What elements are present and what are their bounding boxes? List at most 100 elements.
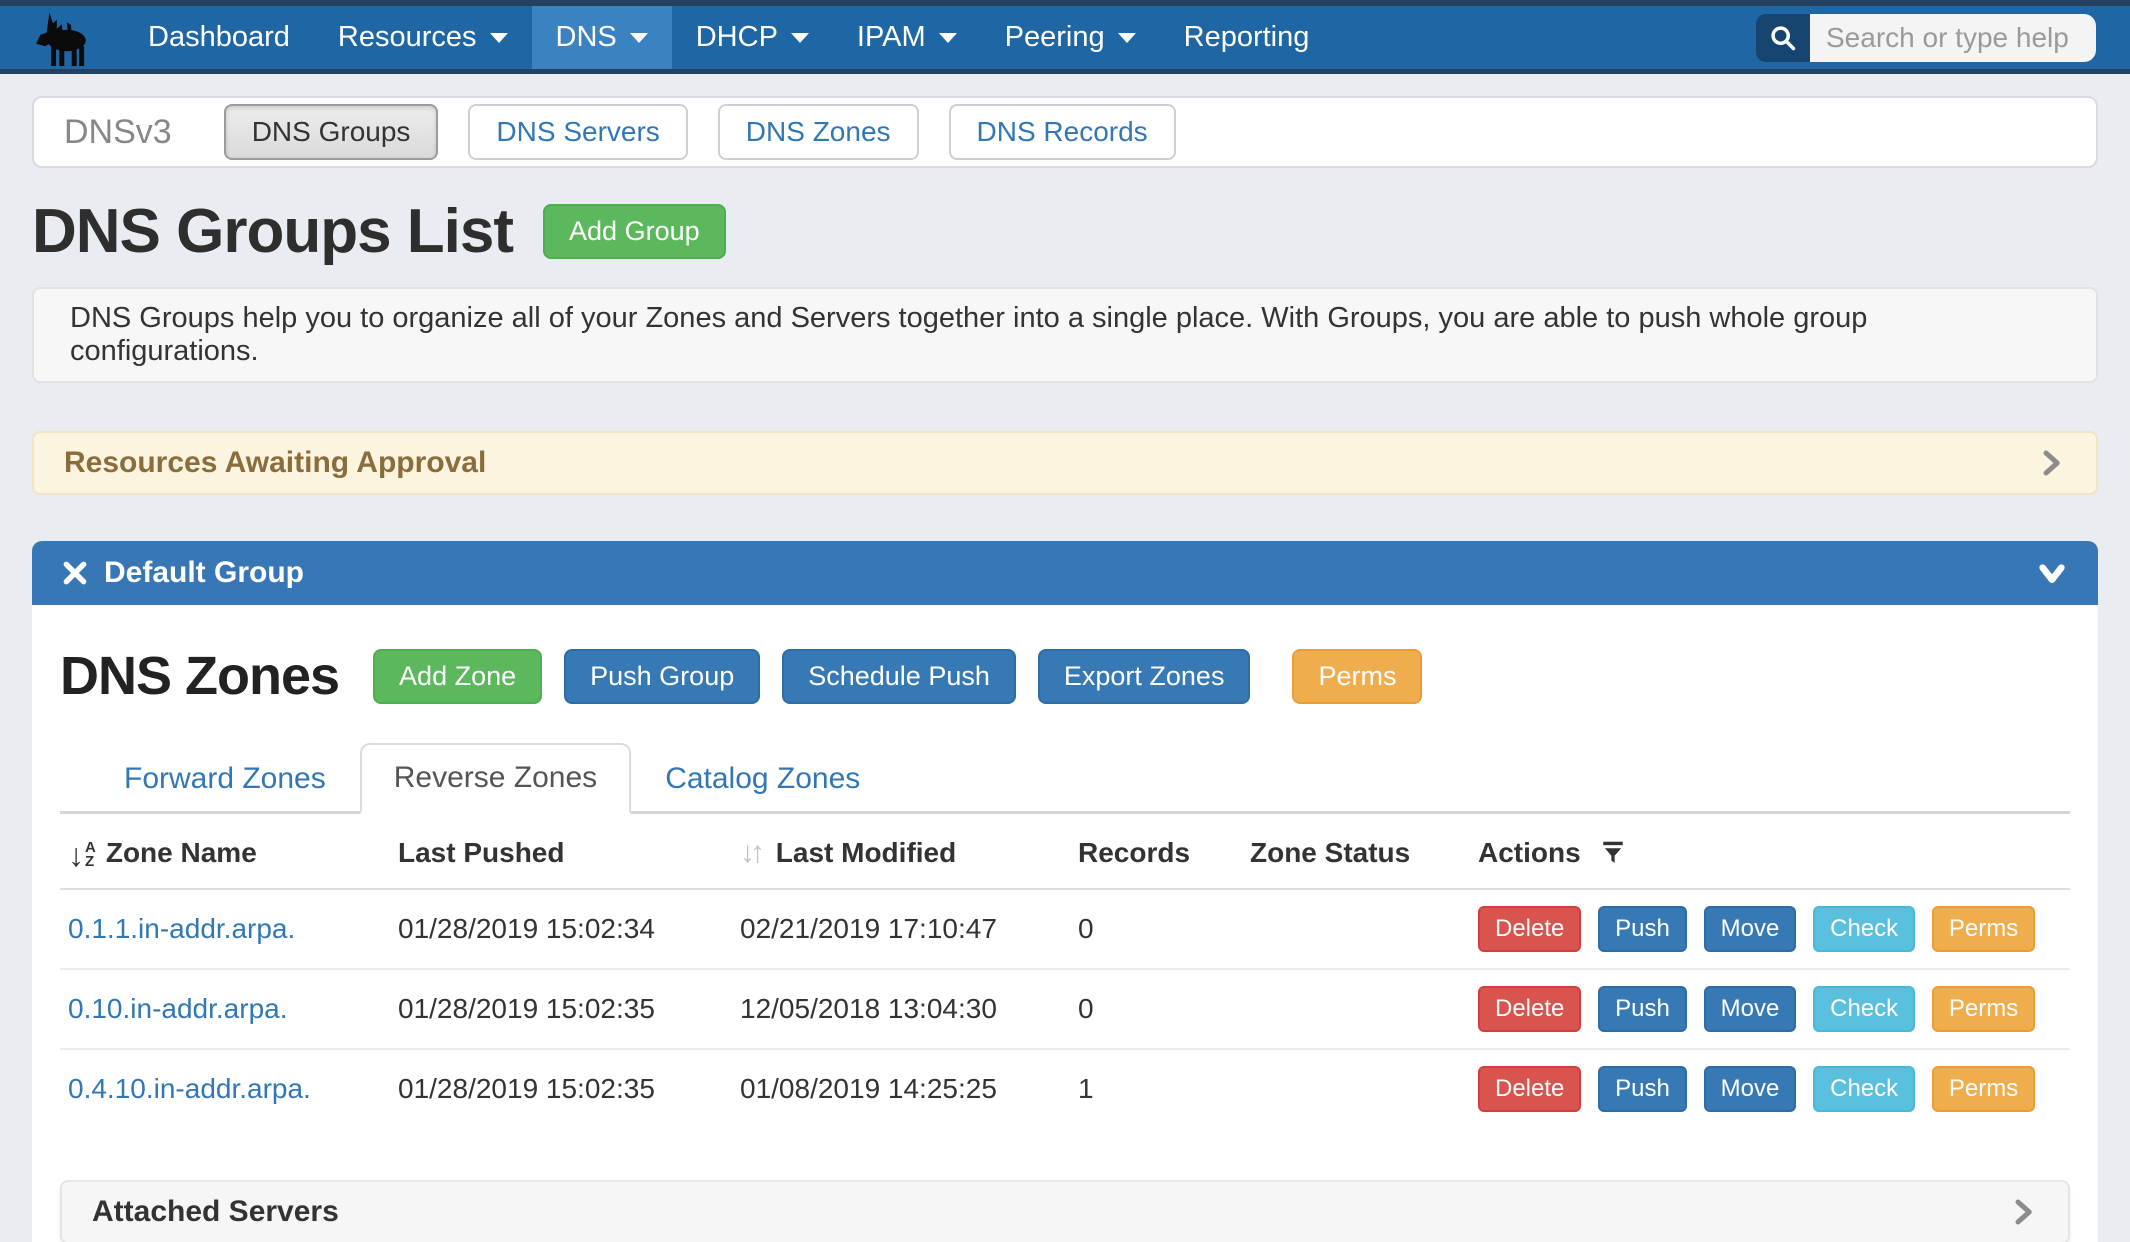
actions-cell: Delete Push Move Check Perms bbox=[1470, 969, 2070, 1049]
zone-link[interactable]: 0.10.in-addr.arpa. bbox=[68, 993, 288, 1024]
push-group-button[interactable]: Push Group bbox=[564, 649, 760, 704]
chevron-right-icon[interactable] bbox=[2008, 1197, 2038, 1227]
sort-alpha-icon[interactable]: ↓ A Z bbox=[68, 840, 96, 870]
description-panel: DNS Groups help you to organize all of y… bbox=[32, 287, 2098, 383]
actions-cell: Delete Push Move Check Perms bbox=[1470, 1049, 2070, 1128]
col-header-last-modified[interactable]: ↓↑ Last Modified bbox=[732, 814, 1070, 889]
nav-item-dashboard[interactable]: Dashboard bbox=[124, 6, 314, 69]
search-input[interactable] bbox=[1810, 14, 2096, 62]
nav-item-ipam[interactable]: IPAM bbox=[833, 6, 981, 69]
resources-awaiting-approval-panel[interactable]: Resources Awaiting Approval bbox=[32, 431, 2098, 495]
remove-group-icon[interactable] bbox=[62, 560, 88, 586]
tab-forward-zones[interactable]: Forward Zones bbox=[90, 744, 360, 814]
last-modified-cell: 12/05/2018 13:04:30 bbox=[732, 969, 1070, 1049]
move-button[interactable]: Move bbox=[1704, 906, 1797, 952]
nav-label: Resources bbox=[338, 21, 477, 54]
nav-label: DHCP bbox=[696, 21, 778, 54]
filter-icon[interactable] bbox=[1600, 839, 1626, 865]
table-row: 0.4.10.in-addr.arpa. 01/28/2019 15:02:35… bbox=[60, 1049, 2070, 1128]
nav-item-reporting[interactable]: Reporting bbox=[1160, 6, 1334, 69]
records-cell: 0 bbox=[1070, 969, 1242, 1049]
schedule-push-button[interactable]: Schedule Push bbox=[782, 649, 1016, 704]
table-header-row: ↓ A Z Zone Name Last Pushed bbox=[60, 814, 2070, 889]
delete-button[interactable]: Delete bbox=[1478, 1066, 1581, 1112]
attached-servers-title: Attached Servers bbox=[92, 1195, 339, 1229]
nav-item-resources[interactable]: Resources bbox=[314, 6, 532, 69]
perms-button[interactable]: Perms bbox=[1932, 906, 2035, 952]
col-header-zone-status: Zone Status bbox=[1242, 814, 1470, 889]
col-header-actions[interactable]: Actions bbox=[1470, 814, 2070, 889]
app-window: Dashboard Resources DNS DHCP IPAM Peerin… bbox=[0, 0, 2130, 1242]
last-modified-cell: 01/08/2019 14:25:25 bbox=[732, 1049, 1070, 1128]
subnav-dns-servers-button[interactable]: DNS Servers bbox=[468, 104, 687, 160]
dns-zones-title: DNS Zones bbox=[60, 645, 339, 707]
caret-down-icon bbox=[490, 33, 508, 43]
push-button[interactable]: Push bbox=[1598, 906, 1687, 952]
subnav-dns-groups-button[interactable]: DNS Groups bbox=[224, 104, 439, 160]
records-cell: 1 bbox=[1070, 1049, 1242, 1128]
approval-panel-title: Resources Awaiting Approval bbox=[64, 446, 486, 480]
zone-status-cell bbox=[1242, 889, 1470, 969]
last-modified-cell: 02/21/2019 17:10:47 bbox=[732, 889, 1070, 969]
check-button[interactable]: Check bbox=[1813, 1066, 1915, 1112]
caret-down-icon bbox=[939, 33, 957, 43]
delete-button[interactable]: Delete bbox=[1478, 906, 1581, 952]
tab-reverse-zones[interactable]: Reverse Zones bbox=[360, 743, 631, 814]
zone-status-cell bbox=[1242, 969, 1470, 1049]
zone-link[interactable]: 0.4.10.in-addr.arpa. bbox=[68, 1073, 311, 1104]
perms-button[interactable]: Perms bbox=[1932, 1066, 2035, 1112]
dnsv3-label: DNSv3 bbox=[64, 113, 172, 152]
chevron-right-icon[interactable] bbox=[2036, 448, 2066, 478]
tab-catalog-zones[interactable]: Catalog Zones bbox=[631, 744, 894, 814]
dnsv3-subnav: DNSv3 DNS Groups DNS Servers DNS Zones D… bbox=[32, 96, 2098, 168]
move-button[interactable]: Move bbox=[1704, 986, 1797, 1032]
default-group-body: DNS Zones Add Zone Push Group Schedule P… bbox=[32, 605, 2098, 1242]
nav-label: IPAM bbox=[857, 21, 926, 54]
perms-button[interactable]: Perms bbox=[1932, 986, 2035, 1032]
check-button[interactable]: Check bbox=[1813, 906, 1915, 952]
col-header-zone-name[interactable]: ↓ A Z Zone Name bbox=[60, 814, 390, 889]
description-text: DNS Groups help you to organize all of y… bbox=[70, 302, 2060, 368]
zones-table: ↓ A Z Zone Name Last Pushed bbox=[60, 814, 2070, 1128]
top-navbar: Dashboard Resources DNS DHCP IPAM Peerin… bbox=[0, 0, 2130, 74]
push-button[interactable]: Push bbox=[1598, 1066, 1687, 1112]
push-button[interactable]: Push bbox=[1598, 986, 1687, 1032]
caret-down-icon bbox=[630, 33, 648, 43]
nav-item-dhcp[interactable]: DHCP bbox=[672, 6, 833, 69]
group-title: Default Group bbox=[104, 556, 304, 590]
default-group-header[interactable]: Default Group bbox=[32, 541, 2098, 605]
moose-icon bbox=[28, 9, 94, 67]
chevron-down-icon[interactable] bbox=[2036, 557, 2068, 589]
subnav-dns-records-button[interactable]: DNS Records bbox=[949, 104, 1176, 160]
sort-updown-icon[interactable]: ↓↑ bbox=[740, 836, 760, 869]
search-button[interactable] bbox=[1756, 14, 1810, 62]
export-zones-button[interactable]: Export Zones bbox=[1038, 649, 1251, 704]
col-header-records: Records bbox=[1070, 814, 1242, 889]
zones-tab-bar: Forward Zones Reverse Zones Catalog Zone… bbox=[60, 743, 2070, 814]
attached-servers-panel[interactable]: Attached Servers bbox=[60, 1180, 2070, 1242]
add-zone-button[interactable]: Add Zone bbox=[373, 649, 542, 704]
nav-item-dns[interactable]: DNS bbox=[532, 6, 672, 69]
subnav-dns-zones-button[interactable]: DNS Zones bbox=[718, 104, 919, 160]
last-pushed-cell: 01/28/2019 15:02:34 bbox=[390, 889, 732, 969]
nav-item-peering[interactable]: Peering bbox=[981, 6, 1160, 69]
group-perms-button[interactable]: Perms bbox=[1292, 649, 1422, 704]
zone-status-cell bbox=[1242, 1049, 1470, 1128]
dns-zones-toolbar: DNS Zones Add Zone Push Group Schedule P… bbox=[60, 645, 2070, 707]
nav-label: Dashboard bbox=[148, 21, 290, 54]
move-button[interactable]: Move bbox=[1704, 1066, 1797, 1112]
check-button[interactable]: Check bbox=[1813, 986, 1915, 1032]
page-title: DNS Groups List bbox=[32, 196, 513, 267]
default-group-panel: Default Group DNS Zones Add Zone Push Gr… bbox=[32, 541, 2098, 1242]
caret-down-icon bbox=[791, 33, 809, 43]
last-pushed-cell: 01/28/2019 15:02:35 bbox=[390, 1049, 732, 1128]
nav-label: Reporting bbox=[1184, 21, 1310, 54]
nav-menu: Dashboard Resources DNS DHCP IPAM Peerin… bbox=[124, 6, 1333, 69]
zone-link[interactable]: 0.1.1.in-addr.arpa. bbox=[68, 913, 295, 944]
moose-logo[interactable] bbox=[28, 9, 94, 67]
records-cell: 0 bbox=[1070, 889, 1242, 969]
delete-button[interactable]: Delete bbox=[1478, 986, 1581, 1032]
add-group-button[interactable]: Add Group bbox=[543, 204, 726, 259]
nav-label: DNS bbox=[556, 21, 617, 54]
table-row: 0.10.in-addr.arpa. 01/28/2019 15:02:35 1… bbox=[60, 969, 2070, 1049]
